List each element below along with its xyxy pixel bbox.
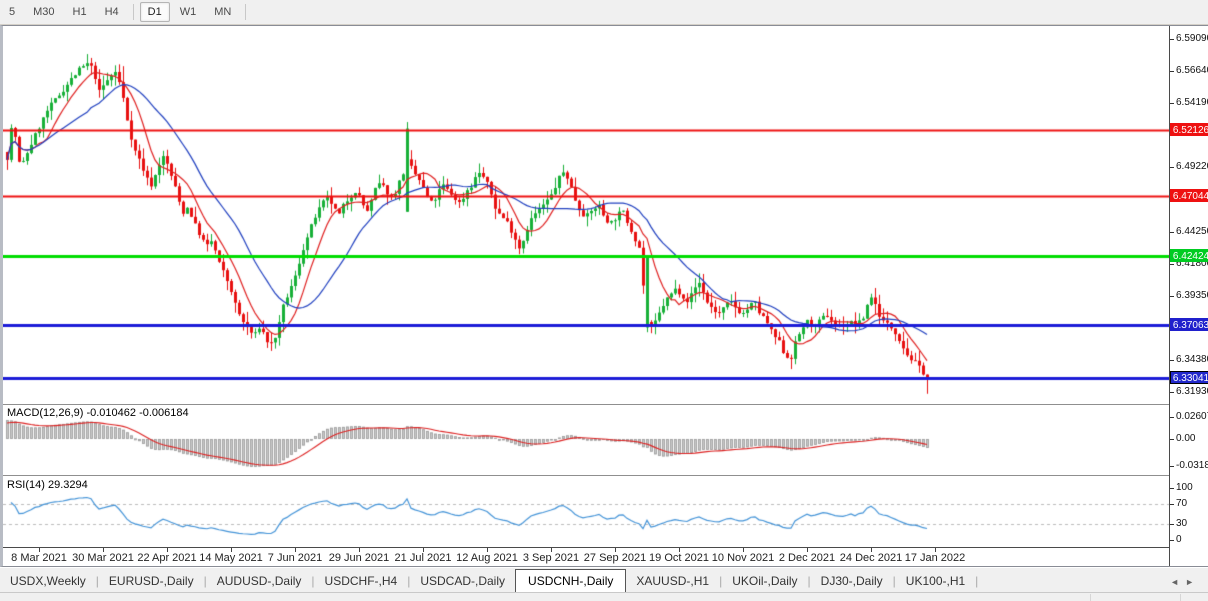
tab-usdcnhdaily[interactable]: USDCNH-,Daily — [515, 569, 627, 593]
tab-scroll-right-icon[interactable]: ► — [1185, 577, 1200, 587]
price-axis-tick — [1170, 231, 1174, 233]
price-tag: 6.37063 — [1170, 318, 1208, 332]
macd-axis-label: -0.03187 — [1176, 459, 1208, 471]
tab-eurusddaily[interactable]: EURUSD-,Daily — [99, 571, 204, 592]
price-axis-tick — [1170, 263, 1174, 265]
price-axis-tick — [1170, 360, 1174, 362]
macd-axis-tick — [1170, 439, 1174, 440]
rsi-label: RSI(14) 29.3294 — [7, 479, 88, 491]
date-label: 29 Jun 2021 — [328, 552, 390, 564]
macd-label: MACD(12,26,9) -0.010462 -0.006184 — [7, 407, 189, 419]
rsi-axis-tick — [1170, 503, 1174, 505]
date-label: 10 Nov 2021 — [711, 552, 775, 564]
rsi-axis-label: 100 — [1176, 482, 1193, 493]
tab-usdchfh4[interactable]: USDCHF-,H4 — [315, 571, 408, 592]
tab-ukoildaily[interactable]: UKOil-,Daily — [722, 571, 807, 592]
price-tag: 6.52126 — [1170, 122, 1208, 136]
timeframe-button-h4[interactable]: H4 — [97, 2, 127, 22]
rsi-axis-tick — [1170, 524, 1174, 526]
timeframe-button-5[interactable]: 5 — [1, 2, 23, 22]
date-axis: 8 Mar 2021 30 Mar 2021 22 Apr 2021 14 May 2… — [3, 547, 1169, 566]
date-label: 8 Mar 2021 — [11, 552, 67, 564]
price-axis: 6.590906.566406.541906.492206.442506.418… — [1169, 26, 1208, 566]
tab-dj30daily[interactable]: DJ30-,Daily — [811, 571, 893, 592]
tab-usdcaddaily[interactable]: USDCAD-,Daily — [410, 571, 515, 592]
date-label: 3 Sep 2021 — [522, 552, 580, 564]
price-axis-tick — [1170, 167, 1174, 169]
date-label: 14 May 2021 — [199, 552, 263, 564]
timeframe-button-m30[interactable]: M30 — [25, 2, 62, 22]
panel-divider[interactable] — [3, 475, 1169, 477]
tab-audusddaily[interactable]: AUDUSD-,Daily — [207, 571, 312, 592]
timeframe-button-h1[interactable]: H1 — [65, 2, 95, 22]
macd-axis-label: 0.00 — [1176, 433, 1196, 444]
status-bar — [0, 592, 1208, 601]
price-axis-label: 6.39350 — [1176, 289, 1208, 301]
rsi-axis-label: 0 — [1176, 534, 1182, 545]
tab-usdxweekly[interactable]: USDX,Weekly — [0, 571, 96, 592]
toolbar-divider — [132, 4, 134, 20]
tab-scroll-left-icon[interactable]: ◄ — [1170, 577, 1185, 587]
macd-axis-label: 0.02607 — [1176, 410, 1208, 422]
timeframe-button-d1[interactable]: D1 — [139, 2, 170, 22]
macd-axis-tick — [1170, 416, 1174, 418]
chart-window: ▲USDCNH-,Daily6.33214 6.33747 6.32781 6.… — [0, 25, 1208, 567]
price-tag: 6.47044 — [1170, 188, 1208, 202]
price-axis-label: 6.31930 — [1176, 386, 1208, 398]
rsi-axis-tick — [1170, 488, 1174, 489]
timeframe-toolbar: 5 M30 H1 H4 D1 W1 MN — [0, 0, 1208, 25]
price-axis-label: 6.44250 — [1176, 225, 1208, 237]
price-axis-tick — [1170, 295, 1174, 297]
date-label: 7 Jun 2021 — [267, 552, 323, 564]
date-label: 30 Mar 2021 — [72, 552, 134, 564]
macd-axis-tick — [1170, 465, 1174, 467]
tab-uk100h1[interactable]: UK100-,H1 — [896, 571, 975, 592]
rsi-axis-label: 30 — [1176, 518, 1188, 530]
date-label: 19 Oct 2021 — [649, 552, 709, 564]
timeframe-button-w1[interactable]: W1 — [172, 2, 205, 22]
price-axis-label: 6.34380 — [1176, 354, 1208, 366]
toolbar-divider — [245, 4, 247, 20]
date-label: 22 Apr 2021 — [137, 552, 197, 564]
date-label: 2 Dec 2021 — [778, 552, 836, 564]
tab-divider: | — [975, 574, 979, 588]
main-price-chart[interactable] — [3, 26, 1169, 404]
tab-scroll-arrows[interactable]: ◄► — [1170, 577, 1208, 592]
tab-xauusdh1[interactable]: XAUUSD-,H1 — [626, 571, 719, 592]
price-axis-label: 6.49220 — [1176, 161, 1208, 173]
date-label: 17 Jan 2022 — [904, 552, 966, 564]
price-axis-tick — [1170, 102, 1174, 104]
date-label: 24 Dec 2021 — [839, 552, 903, 564]
price-axis-tick — [1170, 70, 1174, 72]
date-label: 21 Jul 2021 — [394, 552, 452, 564]
price-tag: 6.33041 — [1170, 370, 1208, 384]
price-axis-tick — [1170, 392, 1174, 394]
price-axis-label: 6.56640 — [1176, 64, 1208, 76]
date-label: 12 Aug 2021 — [456, 552, 518, 564]
rsi-axis-label: 70 — [1176, 497, 1188, 509]
price-tag: 6.42424 — [1170, 248, 1208, 262]
price-axis-tick — [1170, 39, 1174, 40]
rsi-axis-tick — [1170, 540, 1174, 541]
price-axis-label: 6.59090 — [1176, 33, 1208, 44]
rsi-chart[interactable] — [3, 478, 1169, 546]
date-label: 27 Sep 2021 — [583, 552, 647, 564]
price-axis-label: 6.54190 — [1176, 96, 1208, 108]
timeframe-button-mn[interactable]: MN — [206, 2, 239, 22]
chart-tab-bar: USDX,Weekly | EURUSD-,Daily | AUDUSD-,Daily |… — [0, 567, 1208, 593]
